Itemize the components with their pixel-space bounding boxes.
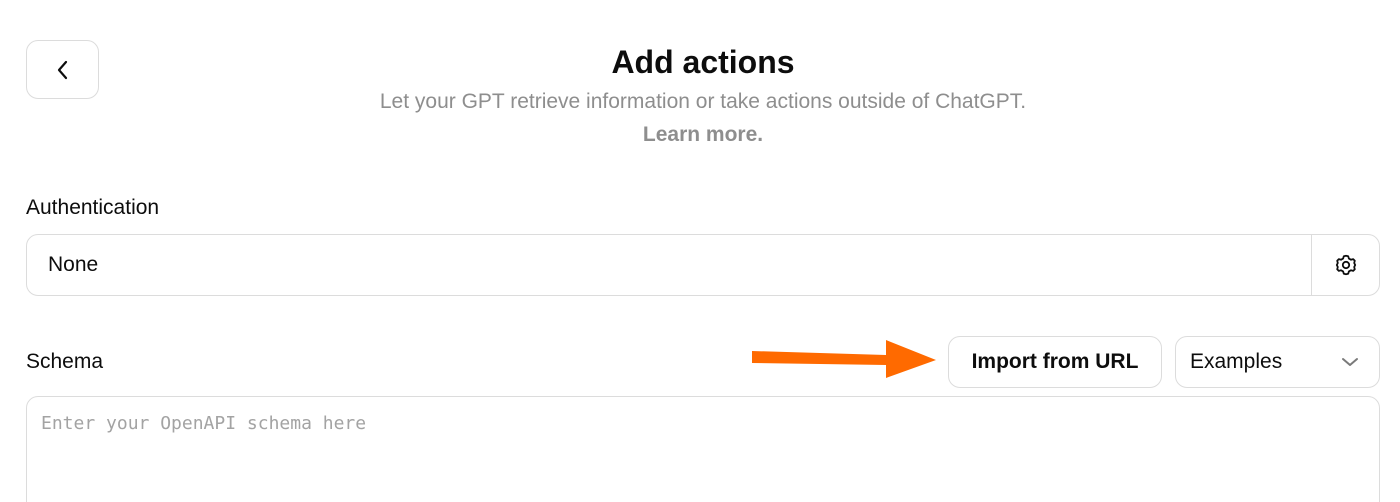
authentication-settings-button[interactable]	[1311, 235, 1379, 295]
examples-dropdown-label: Examples	[1190, 350, 1283, 373]
annotation-arrow-icon	[752, 340, 936, 378]
gear-icon	[1335, 254, 1356, 276]
page-subtitle: Let your GPT retrieve information or tak…	[379, 90, 1027, 113]
authentication-field[interactable]: None	[26, 234, 1380, 296]
learn-more-link[interactable]: Learn more.	[0, 123, 1400, 147]
add-actions-page: Add actions Let your GPT retrieve inform…	[0, 0, 1400, 502]
authentication-value[interactable]: None	[27, 235, 1311, 295]
schema-label: Schema	[26, 350, 104, 373]
import-from-url-button[interactable]: Import from URL	[948, 336, 1162, 388]
authentication-label: Authentication	[26, 196, 160, 219]
schema-input[interactable]	[26, 396, 1380, 502]
page-title: Add actions	[611, 44, 795, 80]
chevron-down-icon	[1342, 358, 1358, 366]
examples-dropdown[interactable]: Examples	[1175, 336, 1380, 388]
